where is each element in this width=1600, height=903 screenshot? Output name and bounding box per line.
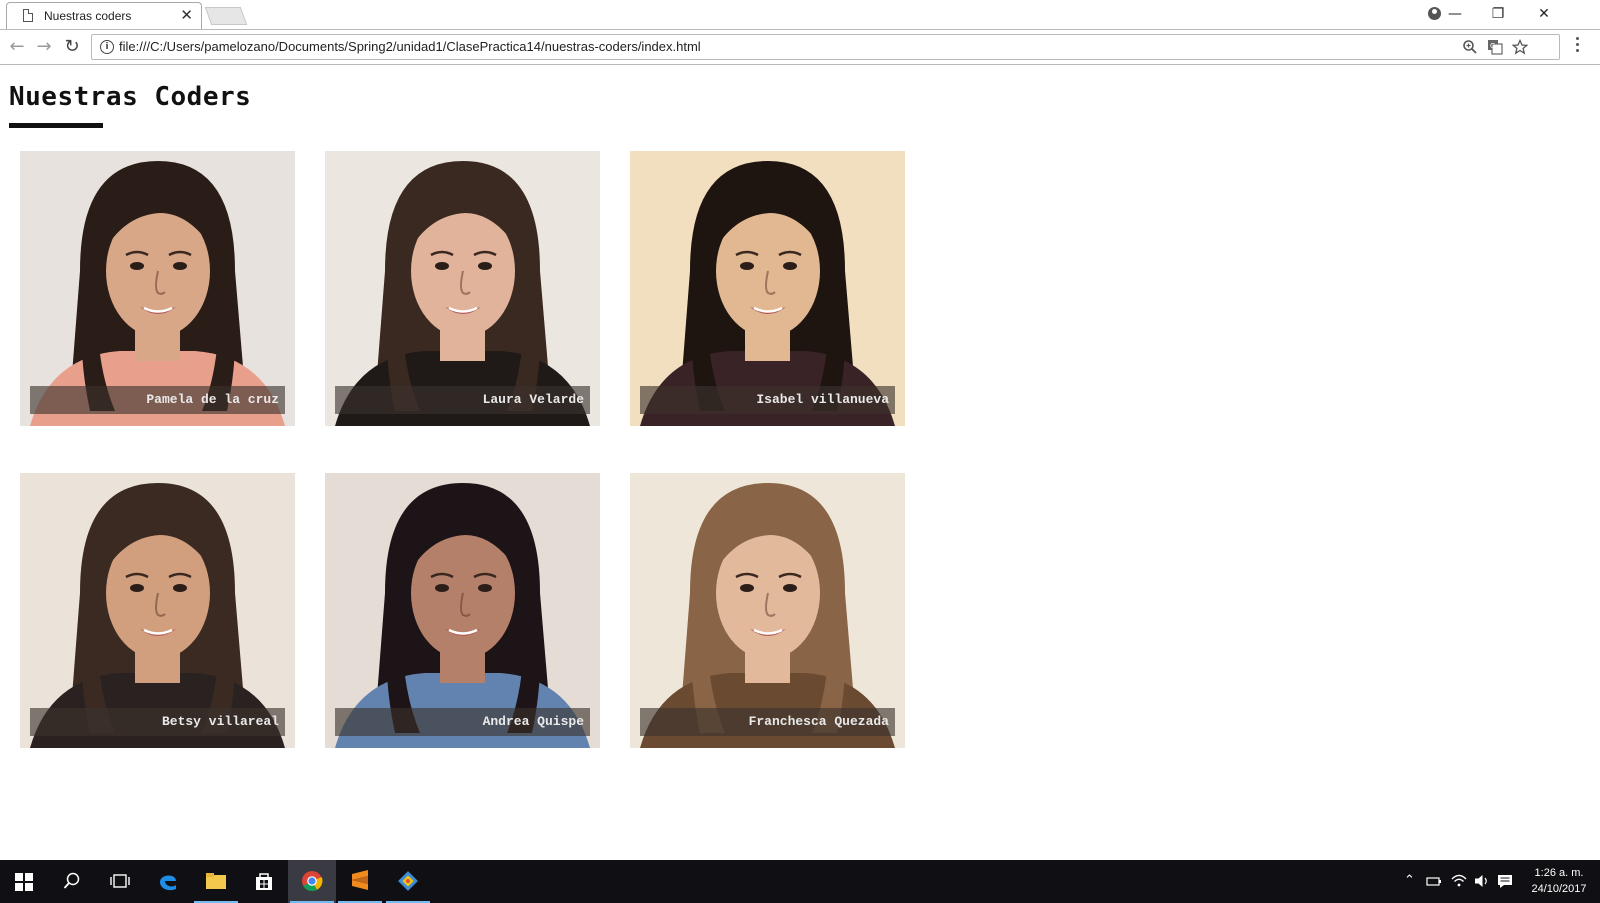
coder-card[interactable]: Isabel villanueva <box>630 151 905 426</box>
git-app[interactable] <box>384 860 432 903</box>
bookmark-star-icon[interactable] <box>1512 39 1528 55</box>
coder-photo <box>325 151 600 426</box>
info-icon[interactable]: i <box>100 40 114 54</box>
url-text[interactable]: file:///C:/Users/pamelozano/Documents/Sp… <box>119 39 701 54</box>
edge-app[interactable] <box>144 860 192 903</box>
coder-caption: Laura Velarde <box>335 386 590 414</box>
coder-card[interactable]: Laura Velarde <box>325 151 600 426</box>
coder-caption: Pamela de la cruz <box>30 386 285 414</box>
title-underline <box>9 123 103 128</box>
page-title: Nuestras Coders <box>9 82 252 112</box>
action-center-icon[interactable] <box>1497 874 1513 888</box>
coder-name: Pamela de la cruz <box>146 392 279 407</box>
battery-icon[interactable] <box>1426 875 1442 887</box>
coder-card[interactable]: Betsy villareal <box>20 473 295 748</box>
zoom-icon[interactable] <box>1462 39 1478 55</box>
chrome-app[interactable] <box>288 860 336 903</box>
browser-toolbar: ← → ↻ i file:///C:/Users/pamelozano/Docu… <box>0 29 1600 65</box>
start-button[interactable] <box>0 860 48 903</box>
coder-caption: Andrea Quispe <box>335 708 590 736</box>
show-hidden-icons-icon[interactable]: ⌃ <box>1404 873 1415 888</box>
tab-close-icon[interactable]: ✕ <box>180 7 193 23</box>
reload-button[interactable]: ↻ <box>61 36 83 58</box>
restore-button[interactable]: ❐ <box>1478 3 1518 25</box>
minimize-button[interactable]: — <box>1435 3 1475 25</box>
clock-date: 24/10/2017 <box>1531 883 1587 895</box>
chrome-icon <box>302 871 323 892</box>
coder-caption: Isabel villanueva <box>640 386 895 414</box>
coder-caption: Betsy villareal <box>30 708 285 736</box>
taskbar-clock[interactable]: 1:26 a. m. 24/10/2017 <box>1528 865 1590 897</box>
coder-photo <box>630 151 905 426</box>
browser-tabstrip: Nuestras coders ✕ — ❐ ✕ <box>0 0 1600 29</box>
coder-card[interactable]: Pamela de la cruz <box>20 151 295 426</box>
search-button[interactable] <box>48 860 96 903</box>
address-bar[interactable]: i file:///C:/Users/pamelozano/Documents/… <box>91 34 1560 60</box>
coder-name: Laura Velarde <box>482 392 584 407</box>
coder-name: Franchesca Quezada <box>748 714 889 729</box>
svg-text:G: G <box>1490 42 1495 50</box>
store-bag-icon <box>256 873 272 890</box>
file-explorer-app[interactable] <box>192 860 240 903</box>
task-view-button[interactable] <box>96 860 144 903</box>
coder-photo <box>325 473 600 748</box>
search-icon <box>63 872 80 889</box>
coder-caption: Franchesca Quezada <box>640 708 895 736</box>
browser-menu-icon[interactable] <box>1576 37 1580 55</box>
new-tab-button[interactable] <box>204 7 248 25</box>
coder-photo <box>20 473 295 748</box>
coder-name: Andrea Quispe <box>482 714 584 729</box>
coder-card[interactable]: Andrea Quispe <box>325 473 600 748</box>
edge-icon <box>160 875 176 891</box>
windows-logo-icon <box>15 873 33 891</box>
back-button[interactable]: ← <box>6 36 28 58</box>
coder-card[interactable]: Franchesca Quezada <box>630 473 905 748</box>
git-icon <box>398 871 418 891</box>
windows-taskbar: ⌃ 1:26 a. m. 24/10/2017 <box>0 860 1600 903</box>
sublime-text-icon <box>352 870 368 890</box>
task-view-icon <box>110 874 130 888</box>
coder-name: Betsy villareal <box>161 714 279 729</box>
forward-button[interactable]: → <box>33 36 55 58</box>
folder-icon <box>206 873 226 889</box>
store-app[interactable] <box>240 860 288 903</box>
coder-photo <box>20 151 295 426</box>
sublime-app[interactable] <box>336 860 384 903</box>
wifi-icon[interactable] <box>1451 873 1467 887</box>
tab-nuestras-coders[interactable]: Nuestras coders ✕ <box>6 2 202 29</box>
translate-icon[interactable]: G <box>1487 39 1503 55</box>
coder-photo <box>630 473 905 748</box>
volume-icon[interactable] <box>1474 874 1490 888</box>
clock-time: 1:26 a. m. <box>1534 867 1584 879</box>
coder-name: Isabel villanueva <box>756 392 889 407</box>
tab-title: Nuestras coders <box>44 9 132 23</box>
close-window-button[interactable]: ✕ <box>1524 3 1564 25</box>
page-icon <box>23 9 33 22</box>
